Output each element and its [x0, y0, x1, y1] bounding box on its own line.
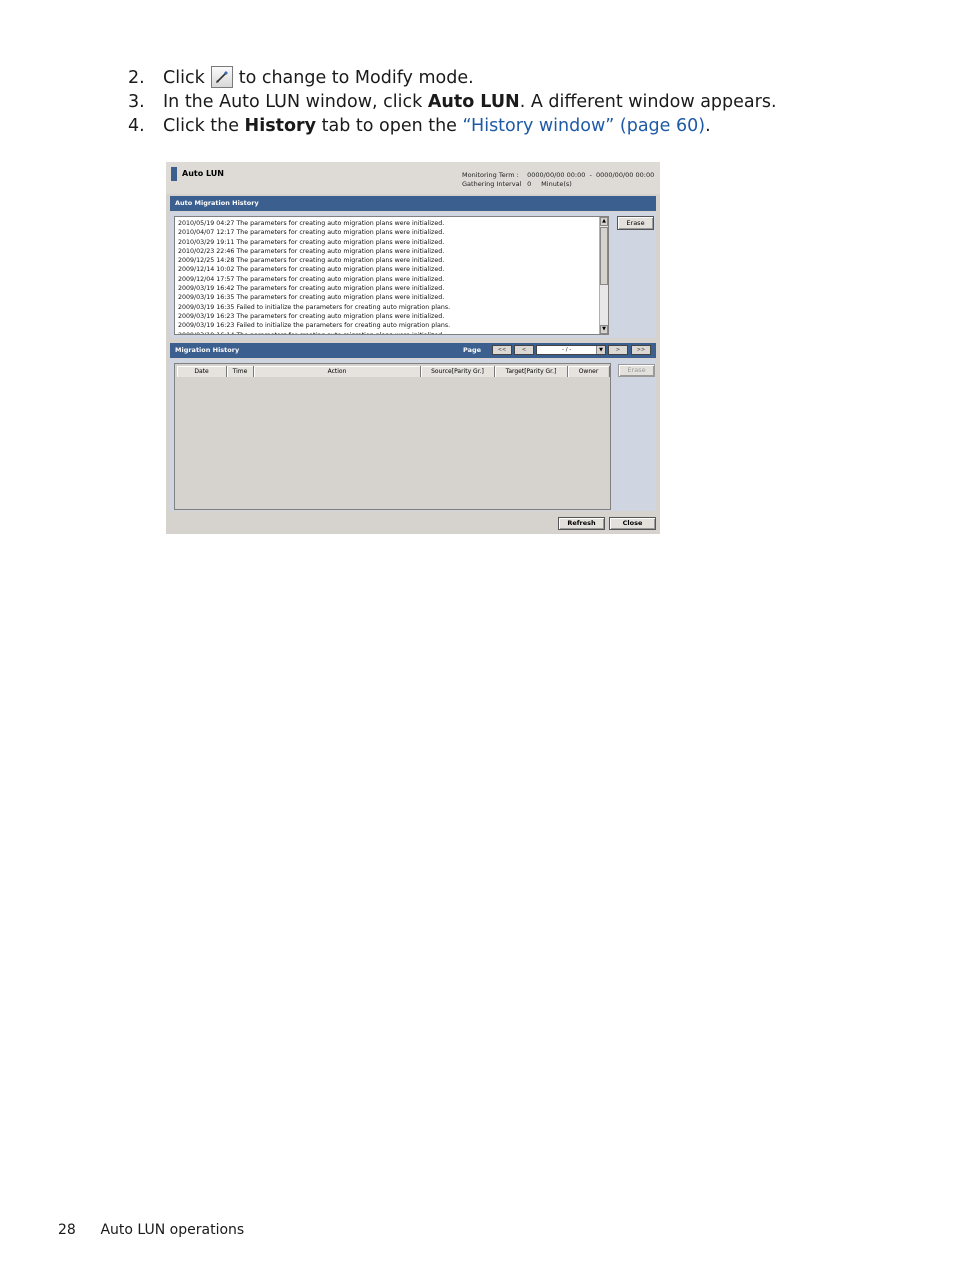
next-page-button[interactable]: >	[608, 345, 628, 355]
last-page-button[interactable]: >>	[631, 345, 651, 355]
step-number: 3.	[128, 92, 145, 112]
log-line: 2009/03/19 16:35 The parameters for crea…	[178, 294, 445, 302]
migration-history-title: Migration History	[175, 346, 240, 354]
step-number: 2.	[128, 68, 145, 88]
table-header: Date Time Action Source[Parity Gr.] Targ…	[177, 366, 610, 377]
pencil-icon	[210, 66, 233, 88]
close-button[interactable]: Close	[609, 517, 656, 530]
prev-page-button[interactable]: <	[514, 345, 534, 355]
log-line: 2009/03/19 16:42 The parameters for crea…	[178, 285, 445, 293]
history-window-link[interactable]: “History window” (page 60)	[463, 114, 706, 138]
log-line: 2009/12/25 14:28 The parameters for crea…	[178, 257, 445, 265]
window-header: Auto LUN Monitoring Term : 0000/00/00 00…	[166, 162, 660, 194]
step-3: 3. In the Auto LUN window, click Auto LU…	[128, 90, 777, 114]
column-time[interactable]: Time	[227, 366, 254, 377]
step-text: tab to open the	[316, 116, 463, 136]
refresh-button[interactable]: Refresh	[558, 517, 605, 530]
auto-lun-window: Auto LUN Monitoring Term : 0000/00/00 00…	[166, 162, 660, 534]
column-owner[interactable]: Owner	[568, 366, 610, 377]
column-source[interactable]: Source[Parity Gr.]	[421, 366, 495, 377]
step-bold: History	[244, 116, 317, 136]
page-number: 28	[58, 1222, 76, 1238]
log-line: 2009/03/19 16:23 The parameters for crea…	[178, 312, 445, 320]
log-lines: 2010/05/19 04:27 The parameters for crea…	[178, 219, 451, 334]
scroll-thumb[interactable]	[600, 227, 608, 285]
window-title: Auto LUN	[182, 169, 224, 178]
auto-migration-log[interactable]: 2010/05/19 04:27 The parameters for crea…	[174, 216, 609, 335]
monitoring-info: Monitoring Term : 0000/00/00 00:00 - 000…	[462, 171, 654, 189]
log-line: 2009/03/19 16:35 Failed to initialize th…	[178, 303, 451, 311]
step-text: Click the	[163, 116, 245, 136]
gathering-interval-value: 0	[527, 180, 532, 188]
step-text: .	[705, 116, 711, 136]
step-number: 4.	[128, 116, 145, 136]
log-line: 2010/02/23 22:46 The parameters for crea…	[178, 247, 445, 255]
column-action[interactable]: Action	[254, 366, 421, 377]
log-line: 2009/03/19 16:23 Failed to initialize th…	[178, 322, 451, 330]
migration-history-panel: Date Time Action Source[Parity Gr.] Targ…	[170, 359, 656, 511]
step-text: In the Auto LUN window, click	[163, 92, 428, 112]
scroll-down-icon[interactable]: ▼	[600, 325, 608, 334]
log-line: 2010/05/19 04:27 The parameters for crea…	[178, 220, 445, 227]
gathering-interval-label: Gathering Interval	[462, 180, 522, 188]
page-select[interactable]: - / - ▼	[536, 345, 606, 355]
erase-history-button[interactable]: Erase	[618, 364, 655, 377]
title-marker	[171, 167, 177, 181]
erase-log-button[interactable]: Erase	[617, 216, 654, 230]
footer-section: Auto LUN operations	[100, 1222, 245, 1238]
step-4: 4. Click the History tab to open the “Hi…	[128, 114, 777, 138]
step-text: to change to Modify mode.	[238, 68, 474, 88]
auto-migration-history-header: Auto Migration History	[170, 196, 656, 211]
step-text: . A different window appears.	[519, 92, 777, 112]
step-2: 2. Click to change to Modify mode.	[128, 66, 777, 90]
migration-history-table[interactable]: Date Time Action Source[Parity Gr.] Targ…	[174, 363, 611, 510]
log-line: 2009/12/14 10:02 The parameters for crea…	[178, 266, 445, 274]
migration-history-header: Migration History Page << < - / - ▼ > >>	[170, 343, 656, 358]
log-line: 2009/12/04 17:57 The parameters for crea…	[178, 275, 445, 283]
instruction-steps: 2. Click to change to Modify mode. 3. In…	[128, 66, 777, 138]
chevron-down-icon[interactable]: ▼	[596, 346, 605, 354]
log-scrollbar[interactable]: ▲ ▼	[599, 217, 608, 334]
page-footer: 28 Auto LUN operations	[58, 1222, 244, 1238]
monitoring-term-value: 0000/00/00 00:00 - 0000/00/00 00:00	[527, 171, 655, 179]
monitoring-term-label: Monitoring Term :	[462, 171, 519, 179]
page-label: Page	[463, 346, 482, 354]
log-line: 2009/03/19 16:14 The parameters for crea…	[178, 331, 450, 334]
log-line: 2010/04/07 12:17 The parameters for crea…	[178, 229, 445, 237]
page-select-value: - / -	[562, 347, 572, 353]
column-target[interactable]: Target[Parity Gr.]	[495, 366, 568, 377]
scroll-up-icon[interactable]: ▲	[600, 217, 608, 226]
auto-migration-history-panel: 2010/05/19 04:27 The parameters for crea…	[170, 212, 656, 338]
step-text: Click	[163, 68, 205, 88]
gathering-interval-unit: Minute(s)	[541, 180, 572, 188]
log-line: 2010/03/29 19:11 The parameters for crea…	[178, 238, 445, 246]
first-page-button[interactable]: <<	[492, 345, 512, 355]
column-date[interactable]: Date	[177, 366, 227, 377]
step-bold: Auto LUN	[427, 92, 520, 112]
